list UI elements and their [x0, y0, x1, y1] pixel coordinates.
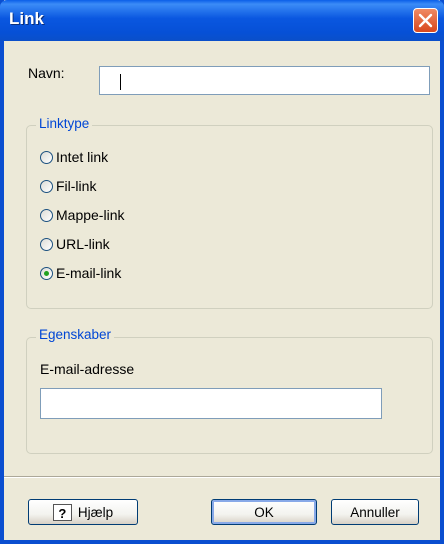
- radio-button-checked-icon: [40, 266, 53, 280]
- radio-email-link[interactable]: E-mail-link: [40, 265, 121, 281]
- radio-mappe-link[interactable]: Mappe-link: [40, 207, 124, 223]
- window-title: Link: [9, 9, 44, 28]
- linktype-legend: Linktype: [36, 116, 93, 131]
- button-separator: [4, 476, 440, 478]
- cancel-button[interactable]: Annuller: [331, 499, 419, 525]
- radio-fil-link[interactable]: Fil-link: [40, 178, 96, 194]
- properties-legend: Egenskaber: [36, 327, 115, 342]
- email-label: E-mail-adresse: [40, 361, 135, 377]
- ok-button[interactable]: OK: [211, 499, 317, 525]
- help-icon: ?: [52, 503, 72, 521]
- radio-label: URL-link: [56, 236, 110, 252]
- ok-button-label: OK: [254, 504, 274, 520]
- radio-label: E-mail-link: [56, 265, 122, 281]
- help-button[interactable]: ? Hjælp: [28, 499, 138, 525]
- radio-button-icon: [40, 208, 53, 222]
- close-icon: [418, 13, 433, 28]
- radio-url-link[interactable]: URL-link: [40, 236, 110, 252]
- radio-button-icon: [40, 150, 53, 164]
- radio-label: Intet link: [56, 149, 109, 165]
- cancel-button-label: Annuller: [350, 504, 400, 520]
- link-dialog: Link Navn: Linktype Intet link Fil-link …: [0, 0, 444, 544]
- radio-button-icon: [40, 237, 53, 251]
- name-label: Navn:: [28, 65, 65, 81]
- radio-button-icon: [40, 179, 53, 193]
- name-input[interactable]: [99, 66, 430, 95]
- radio-label: Mappe-link: [56, 207, 125, 223]
- radio-intet-link[interactable]: Intet link: [40, 149, 108, 165]
- email-input[interactable]: [40, 388, 382, 419]
- title-bar[interactable]: Link: [0, 0, 444, 41]
- help-button-label: Hjælp: [77, 504, 114, 520]
- radio-label: Fil-link: [56, 178, 97, 194]
- text-caret: [120, 74, 121, 90]
- close-button[interactable]: [413, 8, 438, 33]
